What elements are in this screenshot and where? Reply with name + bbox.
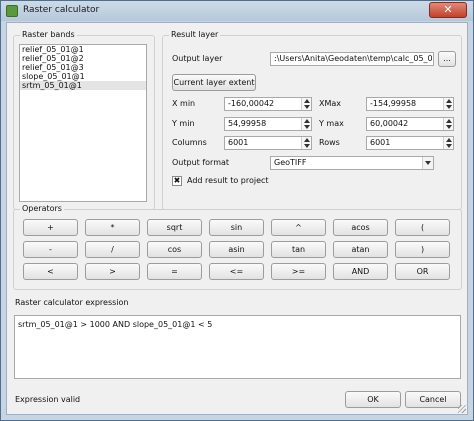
- add-result-checkbox[interactable]: ✖: [172, 176, 182, 186]
- add-result-label: Add result to project: [187, 176, 269, 185]
- operators-group: Operators + * sqrt sin ^ acos ( - / cos asin tan ata…: [13, 204, 462, 290]
- qgis-app-icon: [6, 5, 18, 17]
- operator-equals-button[interactable]: =: [147, 263, 202, 280]
- operator-open-paren-button[interactable]: (: [395, 219, 450, 236]
- rows-value: 6001: [370, 138, 391, 147]
- output-layer-label: Output layer: [172, 54, 223, 63]
- operator-tan-button[interactable]: tan: [271, 241, 326, 258]
- rows-spinbox[interactable]: 6001: [366, 136, 454, 150]
- operator-less-than-button[interactable]: <: [23, 263, 78, 280]
- ymin-value: 54,99958: [228, 119, 267, 128]
- resize-grip-icon[interactable]: [458, 405, 466, 413]
- operator-sqrt-button[interactable]: sqrt: [147, 219, 202, 236]
- list-item[interactable]: slope_05_01@1: [20, 72, 146, 81]
- cancel-button[interactable]: Cancel: [405, 391, 461, 408]
- operator-cos-button[interactable]: cos: [147, 241, 202, 258]
- result-layer-title: Result layer: [169, 30, 221, 39]
- expression-status: Expression valid: [15, 395, 81, 404]
- output-format-combobox[interactable]: GeoTIFF: [270, 156, 434, 170]
- window-title: Raster calculator: [23, 5, 100, 15]
- browse-button[interactable]: ...: [438, 51, 456, 67]
- raster-bands-title: Raster bands: [20, 30, 77, 39]
- rows-spin-arrows-icon[interactable]: [443, 137, 453, 149]
- xmin-value: -160,00042: [228, 99, 275, 108]
- operator-sin-button[interactable]: sin: [209, 219, 264, 236]
- columns-value: 6001: [228, 138, 249, 147]
- xmin-spinbox[interactable]: -160,00042: [224, 97, 312, 111]
- output-layer-field[interactable]: :\Users\Anita\Geodaten\temp\calc_05_01.t…: [270, 52, 434, 66]
- list-item[interactable]: relief_05_01@1: [20, 45, 146, 54]
- operator-asin-button[interactable]: asin: [209, 241, 264, 258]
- raster-bands-group: Raster bands relief_05_01@1 relief_05_01…: [13, 30, 155, 210]
- xmax-spin-arrows-icon[interactable]: [443, 98, 453, 110]
- ymax-spin-arrows-icon[interactable]: [443, 118, 453, 130]
- list-item[interactable]: relief_05_01@2: [20, 54, 146, 63]
- operator-divide-button[interactable]: /: [85, 241, 140, 258]
- close-button[interactable]: ✕: [429, 2, 467, 18]
- operator-atan-button[interactable]: atan: [333, 241, 388, 258]
- ymin-label: Y min: [172, 119, 195, 128]
- expression-text: srtm_05_01@1 > 1000 AND slope_05_01@1 < …: [18, 320, 213, 329]
- list-item-selected[interactable]: srtm_05_01@1: [20, 81, 146, 90]
- expression-textarea[interactable]: srtm_05_01@1 > 1000 AND slope_05_01@1 < …: [14, 315, 461, 379]
- current-layer-extent-button[interactable]: Current layer extent: [172, 74, 256, 91]
- ymin-spin-arrows-icon[interactable]: [301, 118, 311, 130]
- xmax-spinbox[interactable]: -154,99958: [366, 97, 454, 111]
- raster-calculator-window: Raster calculator ✕ Raster bands relief_…: [0, 0, 474, 421]
- xmin-spin-arrows-icon[interactable]: [301, 98, 311, 110]
- xmax-label: XMax: [319, 99, 342, 108]
- xmin-label: X min: [172, 99, 196, 108]
- ok-button[interactable]: OK: [345, 391, 401, 408]
- operator-minus-button[interactable]: -: [23, 241, 78, 258]
- ymin-spinbox[interactable]: 54,99958: [224, 117, 312, 131]
- operator-multiply-button[interactable]: *: [85, 219, 140, 236]
- rows-label: Rows: [319, 138, 340, 147]
- operator-power-button[interactable]: ^: [271, 219, 326, 236]
- title-bar[interactable]: Raster calculator ✕: [1, 1, 473, 21]
- operator-less-equal-button[interactable]: <=: [209, 263, 264, 280]
- output-format-value: GeoTIFF: [274, 158, 307, 167]
- ymax-label: Y max: [319, 119, 344, 128]
- columns-label: Columns: [172, 138, 207, 147]
- dialog-body: Raster bands relief_05_01@1 relief_05_01…: [6, 22, 468, 415]
- operator-and-button[interactable]: AND: [333, 263, 388, 280]
- ymax-spinbox[interactable]: 60,00042: [366, 117, 454, 131]
- columns-spinbox[interactable]: 6001: [224, 136, 312, 150]
- expression-title: Raster calculator expression: [15, 298, 129, 307]
- ymax-value: 60,00042: [370, 119, 409, 128]
- operator-plus-button[interactable]: +: [23, 219, 78, 236]
- operator-greater-equal-button[interactable]: >=: [271, 263, 326, 280]
- operators-title: Operators: [20, 204, 64, 213]
- operator-close-paren-button[interactable]: ): [395, 241, 450, 258]
- operator-acos-button[interactable]: acos: [333, 219, 388, 236]
- columns-spin-arrows-icon[interactable]: [301, 137, 311, 149]
- list-item[interactable]: relief_05_01@3: [20, 63, 146, 72]
- xmax-value: -154,99958: [370, 99, 417, 108]
- chevron-down-icon[interactable]: [422, 157, 433, 169]
- result-layer-group: Result layer Output layer :\Users\Anita\…: [162, 30, 462, 210]
- operator-or-button[interactable]: OR: [395, 263, 450, 280]
- operator-greater-than-button[interactable]: >: [85, 263, 140, 280]
- output-format-label: Output format: [172, 158, 230, 167]
- raster-bands-list[interactable]: relief_05_01@1 relief_05_01@2 relief_05_…: [19, 44, 147, 202]
